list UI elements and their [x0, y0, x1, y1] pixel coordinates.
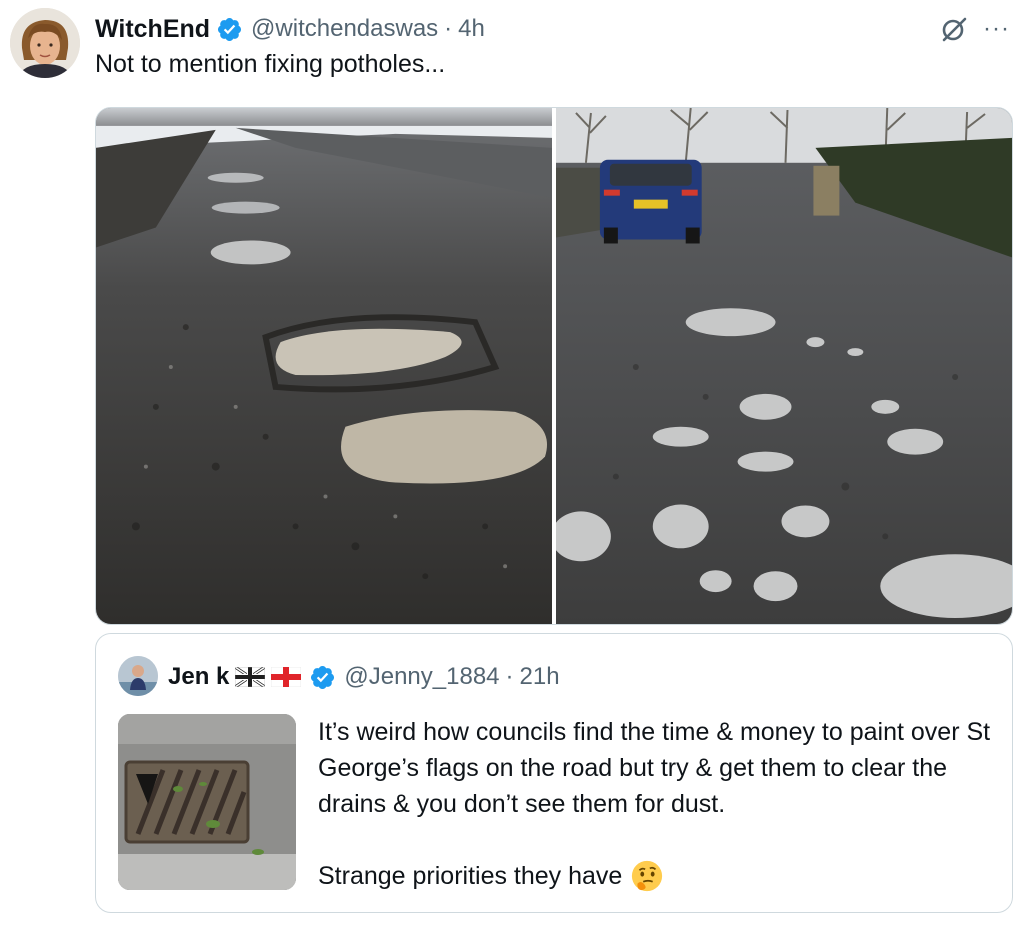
quoted-handle[interactable]: @Jenny_1884: [344, 663, 499, 691]
more-options-icon[interactable]: ···: [983, 17, 1010, 41]
author-display-name[interactable]: WitchEnd: [95, 15, 210, 44]
pothole-road-closeup-photo[interactable]: [96, 108, 552, 624]
uk-flag-icon: [235, 667, 266, 687]
quoted-display-name[interactable]: Jen k: [168, 663, 229, 691]
author-avatar[interactable]: [10, 8, 80, 78]
quoted-text-line-2: Strange priorities they have: [318, 862, 623, 890]
grok-icon[interactable]: [939, 14, 969, 44]
quoted-tweet-text: It’s weird how councils find the time & …: [318, 714, 998, 894]
quoted-tweet[interactable]: Jen k @Jenny_1884 · 21h It’s weird how c…: [95, 633, 1013, 913]
quoted-author-avatar[interactable]: [118, 656, 158, 696]
quoted-author-row: Jen k @Jenny_1884 · 21h: [168, 660, 560, 694]
verified-badge-icon[interactable]: [216, 16, 243, 43]
quoted-separator-dot: ·: [505, 663, 514, 690]
avatar-image: [10, 8, 80, 78]
author-row: WitchEnd @witchendaswas · 4h: [95, 12, 485, 46]
author-handle[interactable]: @witchendaswas: [251, 15, 438, 43]
pothole-lane-with-car-photo[interactable]: [556, 108, 1012, 624]
thinking-face-icon: [632, 860, 663, 892]
quoted-timestamp[interactable]: 21h: [520, 663, 560, 691]
media-grid: [95, 107, 1013, 625]
post-timestamp[interactable]: 4h: [458, 15, 485, 43]
quoted-text-paragraph-1: It’s weird how councils find the time & …: [318, 718, 991, 818]
quoted-verified-badge-icon[interactable]: [309, 664, 336, 691]
separator-dot: ·: [444, 15, 453, 42]
quoted-text-paragraph-2: Strange priorities they have: [318, 858, 998, 894]
tweet-actions-top: ···: [939, 14, 1010, 44]
england-flag-icon: [271, 667, 302, 687]
quoted-avatar-image: [118, 656, 158, 696]
drain-grate-photo[interactable]: [118, 714, 296, 890]
tweet-text: Not to mention fixing potholes...: [95, 50, 446, 78]
